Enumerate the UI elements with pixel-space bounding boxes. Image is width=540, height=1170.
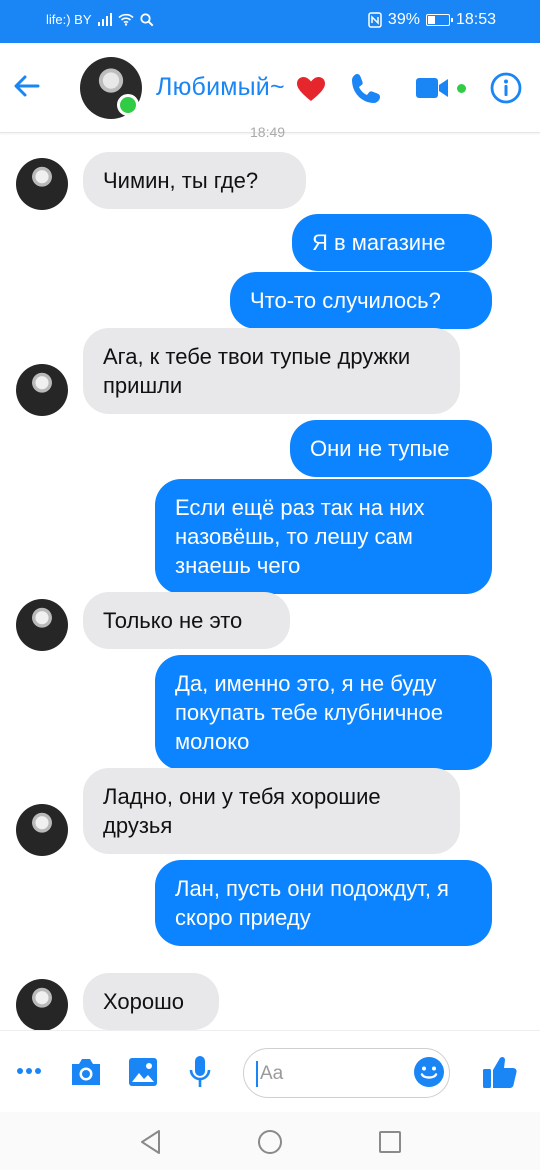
like-thumb-icon[interactable] (482, 1055, 518, 1089)
info-icon[interactable] (490, 72, 522, 104)
nfc-icon (368, 12, 382, 28)
battery-percent: 39% (387, 11, 420, 28)
message-incoming[interactable]: Хорошо (83, 973, 219, 1030)
message-incoming[interactable]: Только не это (83, 592, 290, 649)
sender-avatar[interactable] (16, 158, 68, 210)
message-outgoing[interactable]: Я в магазине (292, 214, 492, 271)
clock: 18:53 (455, 11, 496, 28)
sender-avatar[interactable] (16, 804, 68, 856)
online-status-dot (117, 94, 139, 116)
camera-icon[interactable] (69, 1057, 103, 1087)
heart-emoji-icon (297, 77, 325, 101)
message-outgoing[interactable]: Они не тупые (290, 420, 492, 477)
status-left: life:) BY (46, 12, 154, 27)
nav-home-icon[interactable] (257, 1129, 283, 1155)
status-bar: life:) BY 39% 18:53 (0, 0, 540, 43)
phone-call-icon[interactable] (349, 70, 385, 106)
back-arrow-icon[interactable] (10, 69, 44, 103)
search-status-icon (139, 12, 153, 26)
nav-recents-icon[interactable] (378, 1130, 402, 1154)
message-outgoing[interactable]: Если ещё раз так на них назовёшь, то леш… (155, 479, 492, 594)
status-right: 39% 18:53 (368, 11, 496, 29)
system-navigation-bar (0, 1112, 540, 1170)
message-outgoing[interactable]: Что-то случилось? (230, 272, 492, 329)
messenger-chat-screen: life:) BY 39% 18:53 Любимый~ 18:49 Чимин… (0, 0, 540, 1170)
more-options-icon[interactable] (16, 1067, 42, 1075)
carrier-label: life:) BY (46, 12, 92, 27)
video-call-icon[interactable] (414, 74, 450, 102)
signal-icon (97, 13, 112, 26)
message-input-placeholder: Aa (260, 1063, 284, 1084)
wifi-icon (117, 13, 134, 26)
chat-header: Любимый~ (0, 43, 540, 133)
sender-avatar[interactable] (16, 979, 68, 1031)
text-caret (256, 1061, 258, 1087)
message-incoming[interactable]: Ага, к тебе твои тупые дружки пришли (83, 328, 460, 414)
message-incoming[interactable]: Чимин, ты где? (83, 152, 306, 209)
video-active-dot (457, 84, 466, 93)
nav-back-icon[interactable] (139, 1129, 163, 1155)
message-outgoing[interactable]: Да, именно это, я не буду покупать тебе … (155, 655, 492, 770)
message-composer: Aa (0, 1030, 540, 1112)
battery-icon (425, 14, 453, 26)
message-timestamp: 18:49 (250, 124, 286, 140)
sender-avatar[interactable] (16, 364, 68, 416)
contact-name[interactable]: Любимый~ (156, 73, 285, 102)
microphone-icon[interactable] (188, 1055, 212, 1089)
sender-avatar[interactable] (16, 599, 68, 651)
message-outgoing[interactable]: Лан, пусть они подождут, я скоро приеду (155, 860, 492, 946)
emoji-icon[interactable] (413, 1056, 445, 1088)
gallery-icon[interactable] (128, 1057, 158, 1087)
message-incoming[interactable]: Ладно, они у тебя хорошие друзья (83, 768, 460, 854)
